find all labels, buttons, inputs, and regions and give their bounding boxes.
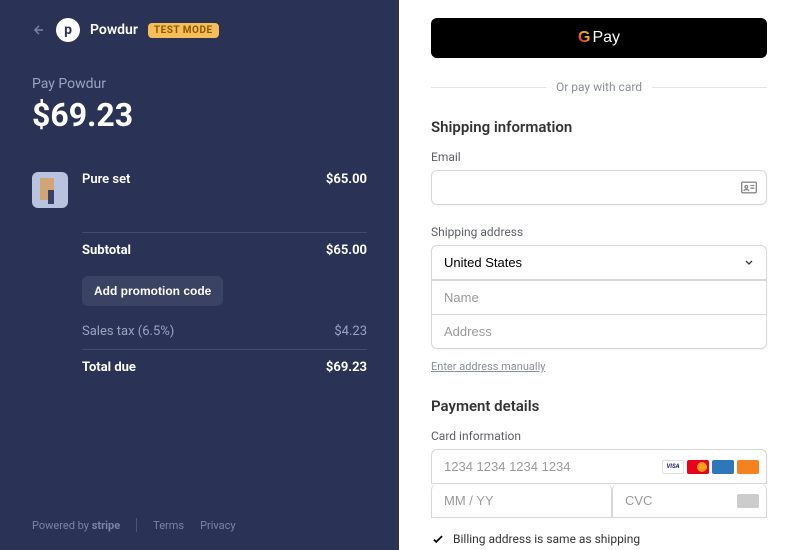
total-amount: $69.23 — [32, 96, 367, 134]
card-brand-icons: VISA — [662, 460, 759, 474]
checkout-form-panel: Pay Or pay with card Shipping informatio… — [399, 0, 799, 550]
total-due-value: $69.23 — [326, 360, 367, 375]
header: p Powdur TEST MODE — [32, 18, 367, 42]
visa-icon: VISA — [662, 460, 684, 474]
test-mode-badge: TEST MODE — [148, 23, 219, 38]
tax-label: Sales tax (6.5%) — [82, 324, 174, 339]
name-field[interactable] — [431, 280, 767, 315]
merchant-logo: p — [56, 18, 80, 42]
pay-label: Pay Powdur — [32, 76, 367, 92]
powered-by: Powered by stripe — [32, 519, 120, 532]
back-arrow-icon[interactable] — [32, 23, 46, 37]
address-field[interactable] — [431, 315, 767, 349]
cvc-card-icon — [737, 494, 759, 508]
google-pay-button[interactable]: Pay — [431, 18, 767, 58]
order-summary-panel: p Powdur TEST MODE Pay Powdur $69.23 Pur… — [0, 0, 399, 550]
product-name: Pure set — [82, 172, 130, 187]
country-select[interactable] — [431, 245, 767, 280]
or-pay-divider: Or pay with card — [431, 80, 767, 94]
payment-title: Payment details — [431, 397, 767, 415]
line-item: Pure set $65.00 — [32, 172, 367, 208]
footer-divider — [136, 518, 137, 532]
privacy-link[interactable]: Privacy — [200, 519, 236, 532]
tax-value: $4.23 — [334, 324, 367, 339]
product-thumbnail — [32, 172, 68, 208]
shipping-address-label: Shipping address — [431, 225, 767, 239]
email-field[interactable] — [431, 170, 767, 205]
enter-address-manually-link[interactable]: Enter address manually — [431, 360, 545, 373]
price-summary: Subtotal $65.00 Add promotion code Sales… — [82, 232, 367, 385]
expiry-field[interactable] — [431, 484, 612, 518]
product-price: $65.00 — [326, 172, 367, 187]
subtotal-label: Subtotal — [82, 243, 131, 258]
discover-icon — [737, 460, 759, 474]
mastercard-icon — [687, 460, 709, 474]
google-logo-icon — [578, 29, 590, 47]
checkmark-icon — [431, 532, 445, 546]
total-due-label: Total due — [82, 360, 136, 375]
terms-link[interactable]: Terms — [153, 519, 184, 532]
subtotal-value: $65.00 — [326, 243, 367, 258]
amex-icon — [712, 460, 734, 474]
contact-card-icon — [741, 178, 757, 197]
email-label: Email — [431, 150, 767, 164]
merchant-name: Powdur — [90, 22, 138, 38]
card-info-label: Card information — [431, 429, 767, 443]
footer: Powered by stripe Terms Privacy — [32, 518, 367, 532]
add-promo-button[interactable]: Add promotion code — [82, 276, 223, 306]
same-address-checkbox[interactable]: Billing address is same as shipping — [431, 532, 767, 546]
shipping-title: Shipping information — [431, 118, 767, 136]
